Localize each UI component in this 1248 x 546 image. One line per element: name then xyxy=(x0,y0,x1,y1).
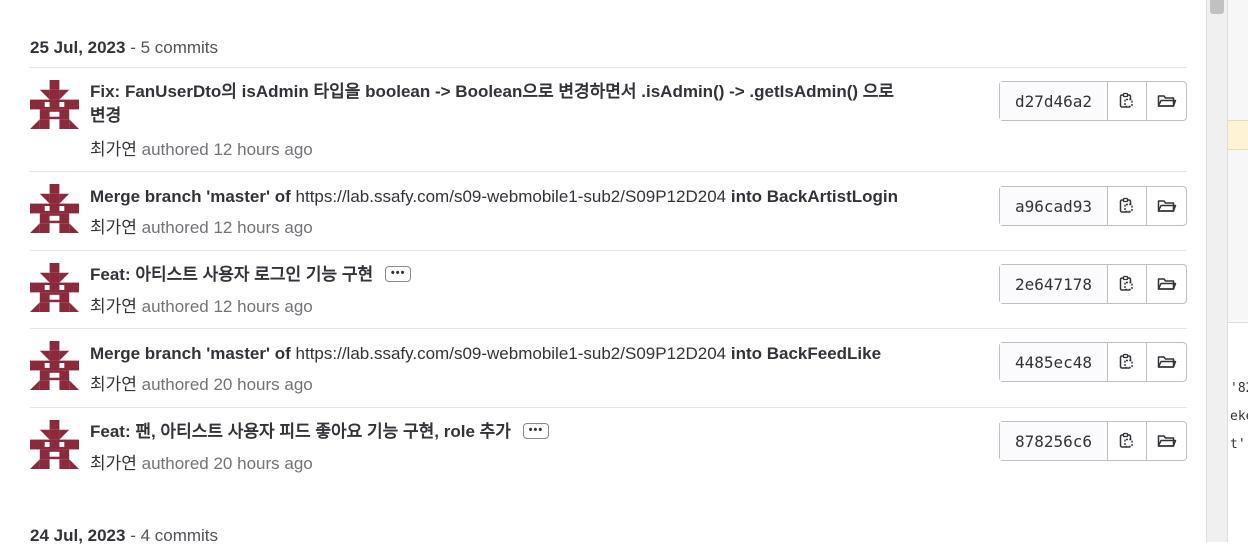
browse-files-button[interactable] xyxy=(1147,265,1186,303)
commit-meta: 최가연 authored 12 hours ago xyxy=(90,292,313,317)
browse-files-button[interactable] xyxy=(1147,187,1186,225)
commit-sha-group: 4485ec48 xyxy=(999,342,1187,382)
commit-meta: 최가연 authored 20 hours ago xyxy=(90,449,313,474)
day-header: 25 Jul, 2023 - 5 commits xyxy=(30,38,218,58)
commit-title-link[interactable]: Fix: FanUserDto의 isAdmin 타입을 boolean -> … xyxy=(90,80,960,128)
authored-time: authored 12 hours ago xyxy=(136,218,313,237)
code-snippet: '82 xyxy=(1230,381,1248,396)
day-header: 24 Jul, 2023 - 4 commits xyxy=(30,526,218,546)
copy-sha-button[interactable] xyxy=(1108,343,1147,381)
commit-title-line: Fix: FanUserDto의 isAdmin 타입을 boolean -> … xyxy=(90,82,895,101)
copy-icon xyxy=(1119,353,1133,369)
authored-time: authored 12 hours ago xyxy=(136,140,313,159)
commit-title-url: https://lab.ssafy.com/s09-webmobile1-sub… xyxy=(295,187,727,206)
commit-row: Merge branch 'master' of https://lab.ssa… xyxy=(30,172,1187,250)
day-commit-count: - 4 commits xyxy=(125,526,219,545)
commit-meta: 최가연 authored 12 hours ago xyxy=(90,213,313,238)
folder-icon xyxy=(1157,435,1176,447)
commit-row: Merge branch 'master' of https://lab.ssa… xyxy=(30,329,1187,407)
avatar[interactable] xyxy=(30,341,79,390)
vertical-scrollbar[interactable] xyxy=(1206,0,1228,542)
commit-sha-group: 2e647178 xyxy=(999,264,1187,304)
commit-row: Feat: 팬, 아티스트 사용자 피드 좋아요 기능 구현, role 추가 •… xyxy=(30,408,1187,486)
commit-sha-link[interactable]: 4485ec48 xyxy=(1000,343,1108,381)
commit-title-link[interactable]: Feat: 아티스트 사용자 로그인 기능 구현 ••• xyxy=(90,263,960,287)
day-date: 25 Jul, 2023 xyxy=(30,38,126,57)
avatar[interactable] xyxy=(30,263,79,312)
copy-icon xyxy=(1119,197,1133,213)
code-snippet: eke xyxy=(1230,409,1248,424)
browse-files-button[interactable] xyxy=(1147,82,1186,120)
commit-title: Feat: 아티스트 사용자 로그인 기능 구현 xyxy=(90,265,374,284)
commit-title-link[interactable]: Merge branch 'master' of https://lab.ssa… xyxy=(90,342,990,366)
toggle-description-button[interactable]: ••• xyxy=(385,265,412,282)
commit-sha-group: 878256c6 xyxy=(999,421,1187,461)
background-window-edge: '82 eke t' xyxy=(1228,0,1248,542)
folder-icon xyxy=(1157,356,1176,368)
browse-files-button[interactable] xyxy=(1147,422,1186,460)
commit-sha-link[interactable]: 878256c6 xyxy=(1000,422,1108,460)
authored-time: authored 20 hours ago xyxy=(136,454,313,473)
commit-title-prefix: Merge branch 'master' of xyxy=(90,344,296,363)
authored-time: authored 12 hours ago xyxy=(136,297,313,316)
commit-title: Feat: 팬, 아티스트 사용자 피드 좋아요 기능 구현, role 추가 xyxy=(90,422,511,441)
folder-icon xyxy=(1157,200,1176,212)
scrollbar-thumb[interactable] xyxy=(1210,0,1224,14)
author-link[interactable]: 최가연 xyxy=(90,454,137,473)
avatar[interactable] xyxy=(30,80,79,129)
copy-icon xyxy=(1119,275,1133,291)
copy-sha-button[interactable] xyxy=(1108,265,1147,303)
author-link[interactable]: 최가연 xyxy=(90,218,137,237)
commit-title-suffix: into BackArtistLogin xyxy=(726,187,899,206)
copy-sha-button[interactable] xyxy=(1108,187,1147,225)
day-date: 24 Jul, 2023 xyxy=(30,526,126,545)
copy-icon xyxy=(1119,432,1133,448)
commit-title-line: 변경 xyxy=(90,106,122,125)
folder-icon xyxy=(1157,95,1176,107)
commit-title-prefix: Merge branch 'master' of xyxy=(90,187,296,206)
commit-meta: 최가연 authored 20 hours ago xyxy=(90,370,313,395)
commit-sha-link[interactable]: d27d46a2 xyxy=(1000,82,1108,120)
authored-time: authored 20 hours ago xyxy=(136,375,313,394)
code-snippet: t' xyxy=(1230,437,1246,452)
commit-row: Fix: FanUserDto의 isAdmin 타입을 boolean -> … xyxy=(30,68,1187,170)
day-commit-count: - 5 commits xyxy=(125,38,219,57)
copy-icon xyxy=(1119,92,1133,108)
highlighted-line xyxy=(1228,120,1248,150)
commit-sha-group: d27d46a2 xyxy=(999,81,1187,121)
folder-icon xyxy=(1157,278,1176,290)
commit-sha-link[interactable]: a96cad93 xyxy=(1000,187,1108,225)
commit-title-suffix: into BackFeedLike xyxy=(726,344,882,363)
commit-title-url: https://lab.ssafy.com/s09-webmobile1-sub… xyxy=(295,344,727,363)
commit-title-link[interactable]: Merge branch 'master' of https://lab.ssa… xyxy=(90,185,990,209)
copy-sha-button[interactable] xyxy=(1108,82,1147,120)
commit-row: Feat: 아티스트 사용자 로그인 기능 구현 ••• 최가연 authored… xyxy=(30,251,1187,328)
commit-meta: 최가연 authored 12 hours ago xyxy=(90,135,313,160)
code-panel-edge: '82 eke t' xyxy=(1228,322,1248,542)
avatar[interactable] xyxy=(30,420,79,469)
browse-files-button[interactable] xyxy=(1147,343,1186,381)
author-link[interactable]: 최가연 xyxy=(90,297,137,316)
commit-sha-link[interactable]: 2e647178 xyxy=(1000,265,1108,303)
commits-list-panel: 25 Jul, 2023 - 5 commits Fix: FanUserDto… xyxy=(0,0,1206,545)
author-link[interactable]: 최가연 xyxy=(90,140,137,159)
commit-sha-group: a96cad93 xyxy=(999,186,1187,226)
copy-sha-button[interactable] xyxy=(1108,422,1147,460)
avatar[interactable] xyxy=(30,184,79,233)
commit-title-link[interactable]: Feat: 팬, 아티스트 사용자 피드 좋아요 기능 구현, role 추가 •… xyxy=(90,420,960,444)
toggle-description-button[interactable]: ••• xyxy=(522,422,549,439)
author-link[interactable]: 최가연 xyxy=(90,375,137,394)
